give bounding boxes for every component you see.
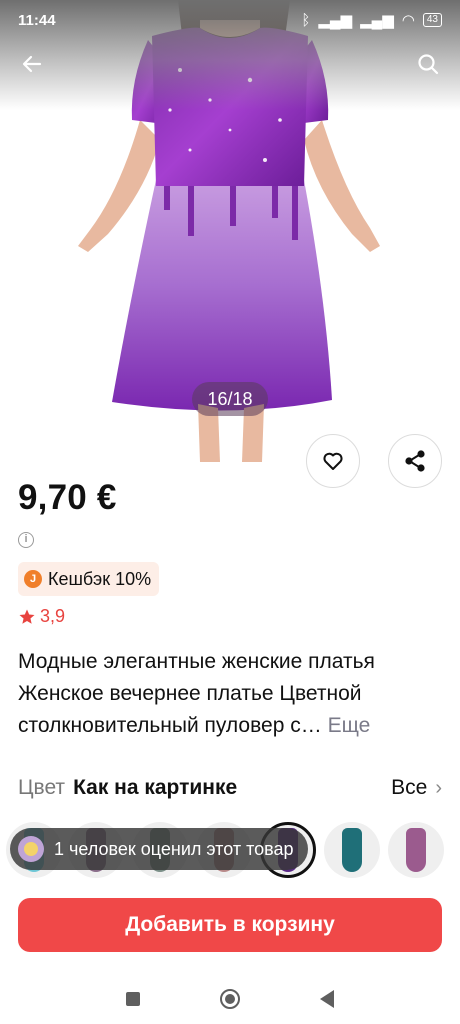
- add-to-cart-button[interactable]: Добавить в корзину: [18, 898, 442, 952]
- battery-icon: 43: [422, 13, 442, 27]
- back-button[interactable]: [14, 46, 50, 82]
- product-title: Модные элегантные женские платья Женское…: [18, 646, 446, 742]
- tooltip-text: 1 человек оценил этот товар: [54, 838, 294, 859]
- heart-icon: [323, 452, 343, 470]
- star-icon: [19, 609, 35, 624]
- system-nav-bar: [0, 974, 460, 1024]
- signal-icon-2: ▂▄▆: [360, 12, 394, 29]
- share-icon: [405, 450, 425, 472]
- color-thumb[interactable]: [388, 822, 444, 878]
- share-button[interactable]: [388, 434, 442, 488]
- signal-icon: ▂▄▆: [318, 12, 353, 29]
- home-icon[interactable]: [220, 989, 240, 1009]
- more-link[interactable]: Еще: [328, 714, 371, 737]
- status-bar: 11:44 ᛒ ▂▄▆ ▂▄▆ ◠ 43: [0, 0, 460, 40]
- rating-value: 3,9: [40, 606, 66, 626]
- gallery-counter: 16/18: [192, 382, 268, 416]
- status-icons: ᛒ ▂▄▆ ▂▄▆ ◠ 43: [301, 11, 442, 29]
- color-thumb[interactable]: [324, 822, 380, 878]
- recents-icon[interactable]: [126, 992, 140, 1006]
- status-time: 11:44: [18, 11, 56, 29]
- wifi-icon: ◠: [401, 12, 415, 29]
- cashback-label: Кешбэк 10%: [48, 568, 152, 589]
- rating-tooltip: 1 человек оценил этот товар: [10, 828, 308, 870]
- product-title-text: Модные элегантные женские платья Женское…: [18, 650, 375, 737]
- favorite-button[interactable]: [306, 434, 360, 488]
- product-rating[interactable]: 3,9: [18, 606, 65, 627]
- search-button[interactable]: [410, 46, 446, 82]
- color-value: Как на картинке: [73, 776, 238, 799]
- back-triangle-icon[interactable]: [320, 990, 334, 1008]
- cashback-icon: J: [24, 570, 42, 588]
- avatar: [18, 836, 44, 862]
- product-price: 9,70 €: [18, 478, 117, 517]
- search-icon: [418, 54, 439, 75]
- cashback-badge[interactable]: J Кешбэк 10%: [18, 562, 160, 596]
- chevron-right-icon: ›: [435, 776, 442, 799]
- info-icon[interactable]: i: [18, 532, 34, 548]
- arrow-left-icon: [22, 55, 42, 73]
- product-gallery[interactable]: 11:44 ᛒ ▂▄▆ ▂▄▆ ◠ 43 16/18: [0, 0, 460, 462]
- color-all-link[interactable]: Все: [391, 776, 427, 800]
- color-selector[interactable]: Цвет Как на картинке Все ›: [18, 776, 442, 800]
- bluetooth-icon: ᛒ: [301, 11, 311, 29]
- color-label: Цвет: [18, 776, 66, 799]
